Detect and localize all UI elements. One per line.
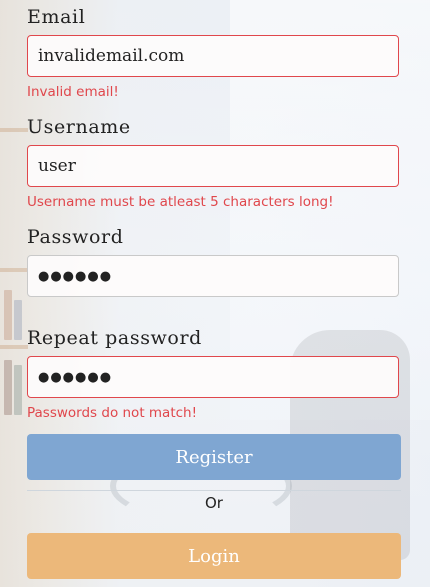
background-shelf <box>0 268 28 272</box>
username-field[interactable]: user <box>27 145 399 187</box>
divider <box>27 490 401 491</box>
email-field[interactable]: invalidemail.com <box>27 35 399 77</box>
background-shelf <box>0 128 28 132</box>
username-label: Username <box>27 116 131 138</box>
background-book <box>14 365 22 415</box>
email-label: Email <box>27 6 86 28</box>
or-separator: Or <box>205 494 223 512</box>
background-book <box>4 360 12 415</box>
password-field[interactable]: ●●●●●● <box>27 255 399 297</box>
password-label: Password <box>27 226 124 248</box>
background-book <box>4 290 12 340</box>
login-button[interactable]: Login <box>27 533 401 579</box>
email-error: Invalid email! <box>27 84 119 100</box>
background-shelf <box>0 345 28 349</box>
background-book <box>14 300 22 340</box>
username-error: Username must be atleast 5 characters lo… <box>27 194 334 210</box>
repeat-password-error: Passwords do not match! <box>27 405 198 421</box>
register-button[interactable]: Register <box>27 434 401 480</box>
repeat-password-field[interactable]: ●●●●●● <box>27 356 399 398</box>
repeat-password-label: Repeat password <box>27 327 202 349</box>
